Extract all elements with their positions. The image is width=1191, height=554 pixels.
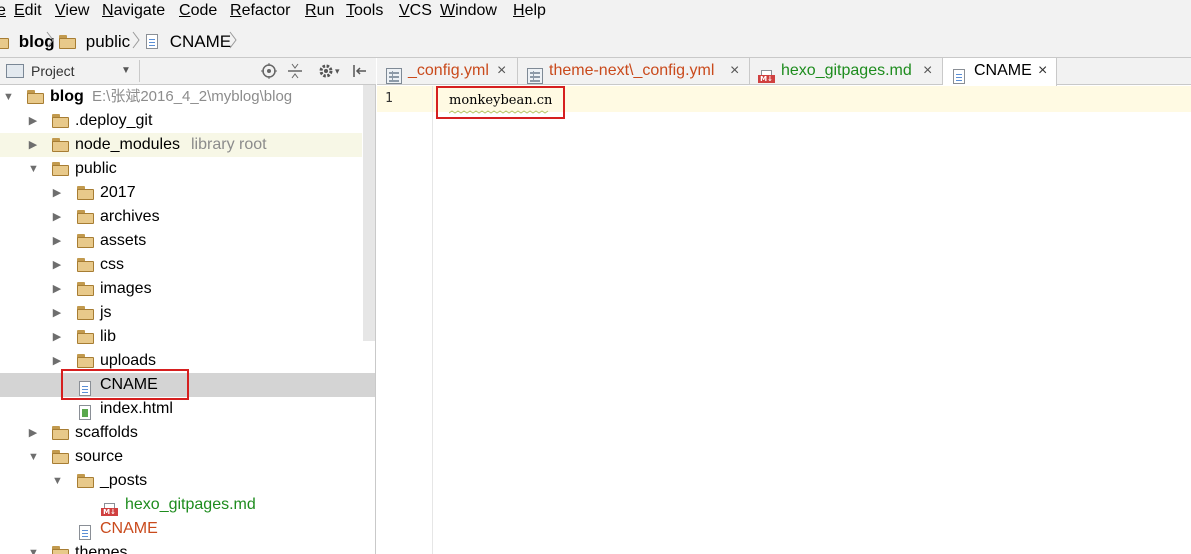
tree-item-source-cname[interactable]: CNAME	[0, 517, 375, 541]
breadcrumb-separator-icon	[46, 31, 54, 49]
line-number: 1	[385, 91, 393, 106]
folder-icon	[0, 35, 9, 50]
tab-config-yml[interactable]: _config.yml ×	[377, 58, 518, 85]
tree-item-lib[interactable]: ▶ lib	[0, 325, 375, 349]
tree-item-deploy-git[interactable]: ▶ .deploy_git	[0, 109, 375, 133]
collapse-all-icon[interactable]	[287, 63, 303, 79]
breadcrumb-separator-icon	[132, 31, 140, 49]
chevron-down-icon[interactable]: ▼	[121, 58, 131, 84]
highlight-box	[436, 86, 565, 119]
tree-item-source[interactable]: ▼ source	[0, 445, 375, 469]
folder-icon	[77, 229, 94, 253]
project-panel-header: Project ▼ ▾	[0, 58, 376, 85]
chevron-down-icon[interactable]: ▾	[335, 58, 340, 84]
folder-icon	[52, 157, 69, 181]
collapsed-arrow-icon[interactable]: ▶	[52, 355, 62, 367]
menu-edit[interactable]: Edit	[14, 0, 42, 21]
collapsed-arrow-icon[interactable]: ▶	[28, 115, 38, 127]
folder-icon	[59, 35, 76, 50]
project-tree: ▼ blog E:\张斌2016_4_2\myblog\blog ▶ .depl…	[0, 85, 376, 554]
tree-item-hexo-gitpages-md[interactable]: M↓ hexo_gitpages.md	[0, 493, 375, 517]
menu-window[interactable]: Window	[440, 0, 497, 21]
folder-icon	[77, 253, 94, 277]
folder-icon	[52, 133, 69, 157]
collapsed-arrow-icon[interactable]: ▶	[52, 283, 62, 295]
menu-refactor[interactable]: Refactor	[230, 0, 290, 21]
collapsed-arrow-icon[interactable]: ▶	[52, 259, 62, 271]
tree-item-index-html[interactable]: index.html	[0, 397, 375, 421]
tree-item-blog[interactable]: ▼ blog E:\张斌2016_4_2\myblog\blog	[0, 85, 375, 109]
collapsed-arrow-icon[interactable]: ▶	[52, 307, 62, 319]
folder-icon	[77, 277, 94, 301]
collapsed-arrow-icon[interactable]: ▶	[52, 331, 62, 343]
folder-icon	[27, 85, 44, 109]
close-icon[interactable]: ×	[730, 58, 739, 84]
folder-icon	[77, 205, 94, 229]
menu-code[interactable]: Code	[179, 0, 217, 21]
tree-scrollbar[interactable]	[363, 85, 375, 341]
navigation-bar: blog public CNAME	[0, 22, 1191, 58]
tree-item-css[interactable]: ▶ css	[0, 253, 375, 277]
hide-panel-icon[interactable]	[352, 63, 368, 79]
text-file-icon	[146, 34, 158, 50]
breadcrumb-separator-icon	[229, 31, 237, 49]
collapsed-arrow-icon[interactable]: ▶	[52, 187, 62, 199]
folder-icon	[52, 445, 69, 469]
menu-vcs[interactable]: VCS	[399, 0, 432, 21]
tab-theme-next-config-yml[interactable]: theme-next\_config.yml ×	[518, 58, 750, 85]
highlight-box	[61, 369, 189, 400]
menu-file[interactable]: e	[0, 0, 6, 21]
expanded-arrow-icon[interactable]: ▼	[28, 451, 39, 463]
locate-icon[interactable]	[261, 63, 277, 79]
folder-icon	[77, 469, 94, 493]
menu-help[interactable]: Help	[513, 0, 546, 21]
tree-item-assets[interactable]: ▶ assets	[0, 229, 375, 253]
close-icon[interactable]: ×	[923, 58, 932, 84]
menu-navigate[interactable]: Navigate	[102, 0, 165, 21]
folder-icon	[52, 541, 69, 554]
folder-icon	[52, 109, 69, 133]
project-view-icon	[6, 64, 24, 78]
tree-item-js[interactable]: ▶ js	[0, 301, 375, 325]
divider	[139, 60, 140, 82]
close-icon[interactable]: ×	[1038, 58, 1047, 84]
expanded-arrow-icon[interactable]: ▼	[52, 475, 63, 487]
tree-item-2017[interactable]: ▶ 2017	[0, 181, 375, 205]
collapsed-arrow-icon[interactable]: ▶	[52, 211, 62, 223]
folder-icon	[52, 421, 69, 445]
menu-view[interactable]: View	[55, 0, 89, 21]
line-number-gutter: 1	[377, 86, 433, 554]
folder-icon	[77, 181, 94, 205]
menu-tools[interactable]: Tools	[346, 0, 383, 21]
collapsed-arrow-icon[interactable]: ▶	[52, 235, 62, 247]
folder-icon	[77, 301, 94, 325]
project-view-selector[interactable]: Project	[31, 58, 75, 84]
gear-icon[interactable]	[318, 63, 334, 79]
editor-tab-bar: _config.yml × theme-next\_config.yml × M…	[377, 58, 1191, 86]
collapsed-arrow-icon[interactable]: ▶	[28, 139, 38, 151]
tree-item-images[interactable]: ▶ images	[0, 277, 375, 301]
folder-icon	[77, 325, 94, 349]
expanded-arrow-icon[interactable]: ▼	[28, 163, 39, 175]
tree-item-node-modules[interactable]: ▶ node_modules library root	[0, 133, 362, 157]
tree-item-themes[interactable]: ▼ themes	[0, 541, 375, 554]
tree-item-archives[interactable]: ▶ archives	[0, 205, 375, 229]
tab-hexo-gitpages-md[interactable]: M↓ hexo_gitpages.md ×	[750, 58, 943, 85]
tree-item-posts[interactable]: ▼ _posts	[0, 469, 375, 493]
breadcrumb-cname[interactable]: CNAME	[146, 30, 231, 52]
expanded-arrow-icon[interactable]: ▼	[28, 547, 39, 554]
menu-run[interactable]: Run	[305, 0, 334, 21]
tree-item-scaffolds[interactable]: ▶ scaffolds	[0, 421, 375, 445]
breadcrumb-public[interactable]: public	[59, 30, 130, 52]
tree-item-public[interactable]: ▼ public	[0, 157, 375, 181]
code-editor[interactable]: 1 monkeybean.cn	[377, 86, 1191, 554]
close-icon[interactable]: ×	[497, 58, 506, 84]
expanded-arrow-icon[interactable]: ▼	[3, 91, 14, 103]
tab-cname[interactable]: CNAME ×	[943, 58, 1057, 86]
collapsed-arrow-icon[interactable]: ▶	[28, 427, 38, 439]
menu-bar: e Edit View Navigate Code Refactor Run T…	[0, 0, 1191, 22]
